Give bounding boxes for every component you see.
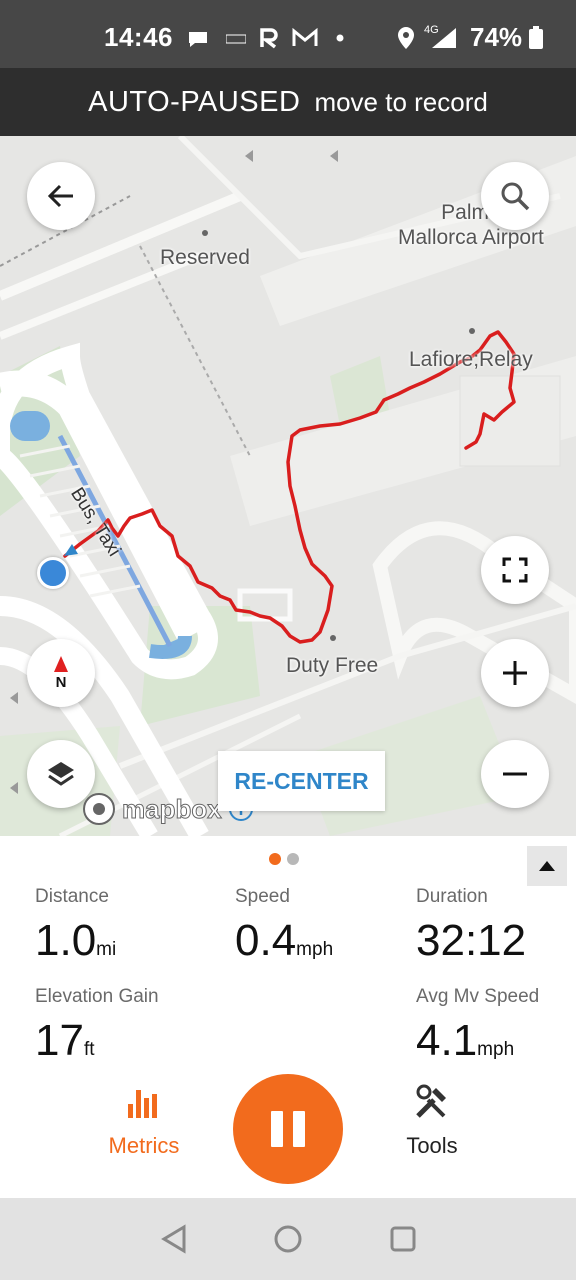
metric-unit: ft xyxy=(83,1039,95,1060)
tab-tools-label: Tools xyxy=(406,1133,458,1158)
signal-icon xyxy=(432,28,456,48)
metric-label: Duration xyxy=(416,886,488,907)
back-triangle-icon[interactable] xyxy=(160,1224,188,1254)
back-button[interactable] xyxy=(27,162,95,230)
layers-icon xyxy=(48,762,74,786)
metric-label: Speed xyxy=(235,886,290,907)
metric-unit: mph xyxy=(296,939,334,960)
location-pin-icon xyxy=(398,27,414,49)
fullscreen-icon xyxy=(502,557,528,583)
tab-metrics-label: Metrics xyxy=(108,1133,180,1158)
caret-up-icon xyxy=(539,861,555,871)
metric-value: 0.4 xyxy=(235,916,297,965)
arrow-left-icon xyxy=(47,184,73,208)
map-label-duty-free: Duty Free xyxy=(286,654,379,677)
metric-unit: mi xyxy=(96,939,117,960)
mapbox-logo-icon xyxy=(83,793,115,825)
autopause-status: AUTO-PAUSED xyxy=(88,85,301,118)
metric-value: 4.1 xyxy=(416,1016,478,1065)
metric-distance: Distance 1.0mi xyxy=(35,886,116,966)
gmail-icon xyxy=(292,28,318,46)
metric-value: 17 xyxy=(35,1016,84,1065)
metric-label: Elevation Gain xyxy=(35,986,159,1007)
battery-icon xyxy=(529,26,543,49)
recenter-button[interactable]: RE-CENTER xyxy=(218,751,385,811)
home-circle-icon[interactable] xyxy=(273,1224,303,1254)
metric-avg-moving-speed: Avg Mv Speed 4.1mph xyxy=(416,986,539,1066)
zoom-out-button[interactable] xyxy=(481,740,549,808)
metric-value: 1.0 xyxy=(35,916,97,965)
map-label-reserved: Reserved xyxy=(160,246,250,269)
metric-value: 32:12 xyxy=(416,916,527,965)
plus-icon xyxy=(503,661,527,685)
r-app-icon xyxy=(260,28,278,49)
battery-percent: 74% xyxy=(470,22,523,52)
minus-icon xyxy=(503,772,527,776)
autopause-hint: move to record xyxy=(314,86,488,117)
map-view[interactable]: Reserved Palma Mallorca Airport Lafiore;… xyxy=(0,136,576,836)
metric-speed: Speed 0.4mph xyxy=(235,886,333,966)
dot-icon xyxy=(336,34,344,42)
collapse-sheet-button[interactable] xyxy=(527,846,567,886)
search-icon xyxy=(501,182,530,211)
page-indicator-inactive[interactable] xyxy=(287,853,299,865)
mse-icon xyxy=(226,34,246,44)
metric-elevation-gain: Elevation Gain 17ft xyxy=(35,986,159,1066)
metric-label: Avg Mv Speed xyxy=(416,986,540,1007)
search-button[interactable] xyxy=(481,162,549,230)
autopause-banner: AUTO-PAUSED move to record xyxy=(0,68,576,136)
tab-tools[interactable]: Tools xyxy=(390,1084,474,1159)
map-label-shop: Lafiore;Relay xyxy=(409,348,533,371)
pause-icon xyxy=(271,1111,283,1147)
bar-chart-icon xyxy=(128,1090,157,1118)
pause-recording-button[interactable] xyxy=(233,1074,343,1184)
status-time: 14:46 xyxy=(104,22,173,52)
pause-icon-bar xyxy=(293,1111,305,1147)
page-indicator-active[interactable] xyxy=(269,853,281,865)
compass-label: N xyxy=(55,674,67,691)
recents-square-icon[interactable] xyxy=(389,1224,417,1254)
compass-button[interactable]: N xyxy=(27,639,95,707)
zoom-in-button[interactable] xyxy=(481,639,549,707)
fullscreen-button[interactable] xyxy=(481,536,549,604)
tab-metrics[interactable]: Metrics xyxy=(100,1084,188,1159)
metric-duration: Duration 32:12 xyxy=(416,886,526,966)
mapbox-wordmark: mapbox xyxy=(122,793,223,824)
tools-icon xyxy=(416,1084,446,1118)
user-location-marker xyxy=(37,557,69,589)
status-bar: 14:46 4G 74% xyxy=(0,0,576,68)
system-nav-bar xyxy=(0,1198,576,1280)
metric-label: Distance xyxy=(35,886,109,907)
metric-unit: mph xyxy=(477,1039,515,1060)
compass-arrow-icon xyxy=(54,656,68,672)
chat-bubble-icon xyxy=(189,32,207,47)
